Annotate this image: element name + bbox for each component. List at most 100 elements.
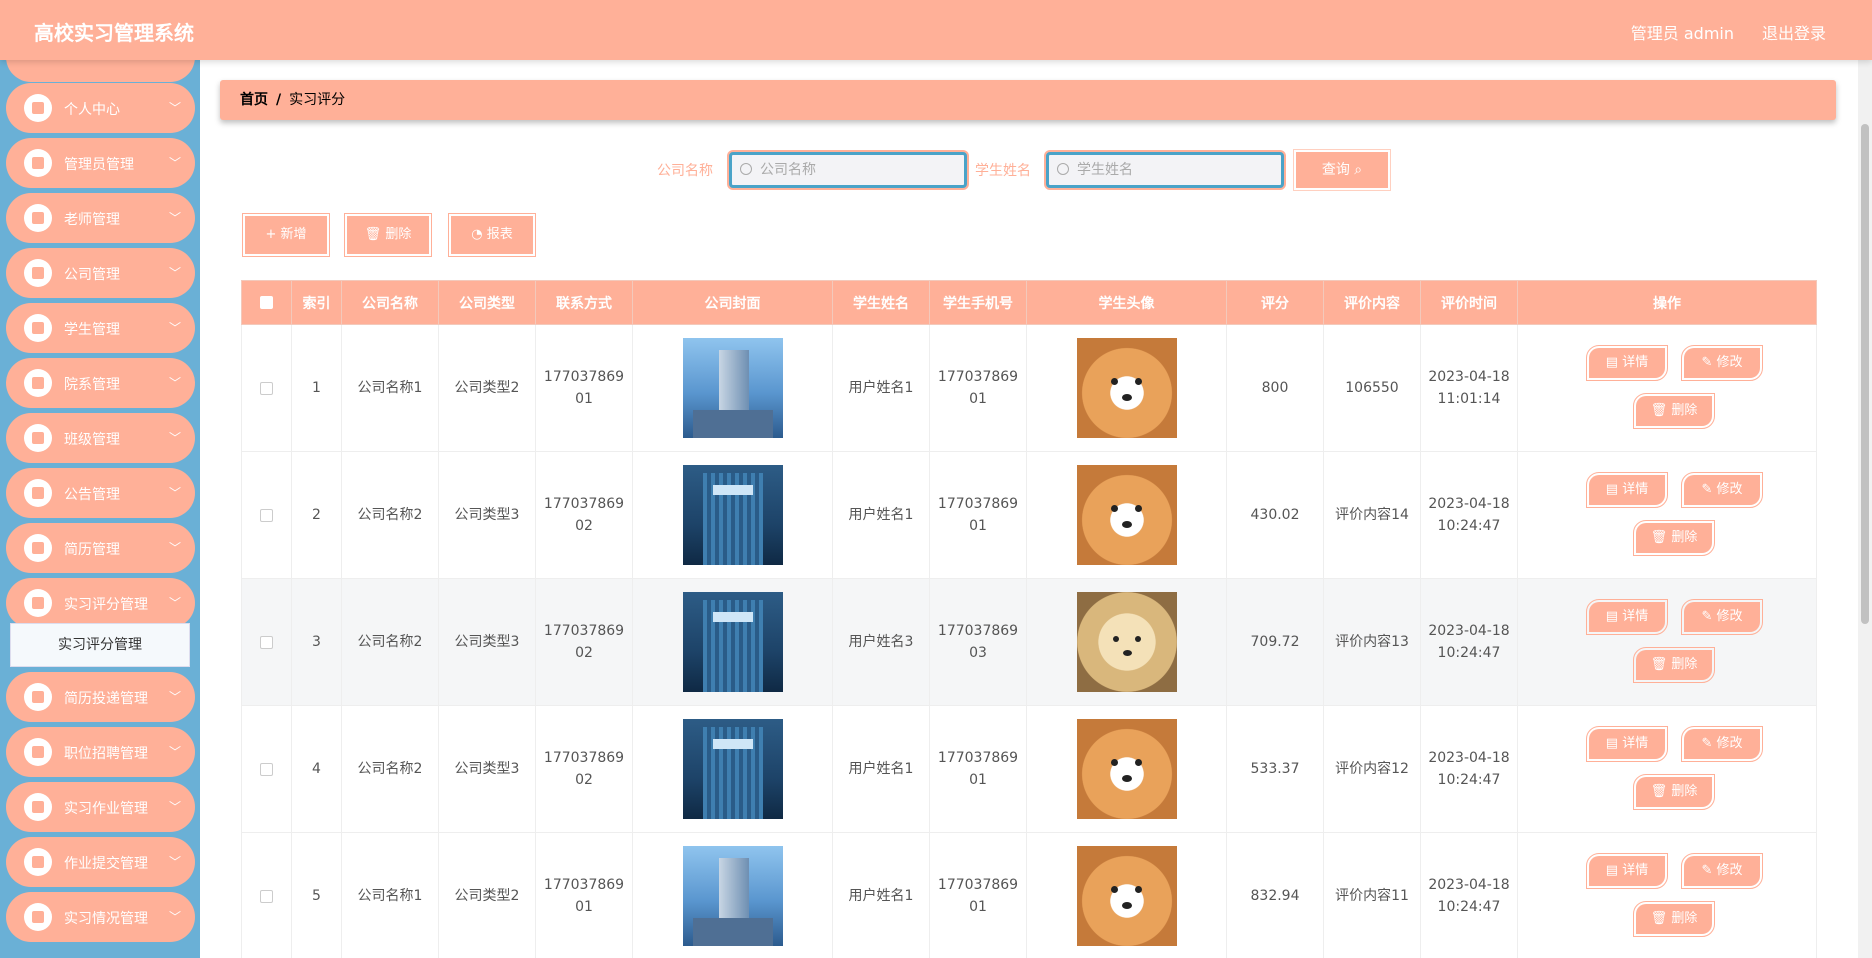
edit-label: 修改 bbox=[1716, 355, 1743, 370]
company-cover-image[interactable] bbox=[682, 465, 783, 565]
cell-company-name: 公司名称2 bbox=[341, 451, 439, 579]
edit-button[interactable]: ✎ 修改 bbox=[1681, 345, 1763, 381]
sidebar-item[interactable]: 公告管理 ﹀ bbox=[6, 468, 195, 518]
sidebar-item[interactable]: 作业提交管理 ﹀ bbox=[6, 837, 195, 887]
row-checkbox[interactable] bbox=[260, 508, 273, 522]
cell-contact: 17703786902 bbox=[535, 705, 633, 833]
report-button[interactable]: ◔ 报表 bbox=[448, 213, 536, 257]
menu-icon bbox=[24, 738, 52, 766]
edit-button[interactable]: ✎ 修改 bbox=[1681, 472, 1763, 508]
row-select-cell[interactable] bbox=[241, 578, 292, 706]
chevron-down-icon: ﹀ bbox=[168, 486, 181, 500]
row-checkbox[interactable] bbox=[260, 635, 273, 649]
submenu-item-active[interactable]: 实习评分管理 bbox=[10, 623, 190, 667]
student-avatar-image[interactable] bbox=[1076, 592, 1177, 692]
table-row[interactable]: 4 公司名称2 公司类型3 17703786902 用户姓名1 17703786901 53… bbox=[241, 705, 1817, 833]
delete-row-button[interactable]: 🗑 删除 bbox=[1633, 647, 1715, 683]
breadcrumb-home[interactable]: 首页 bbox=[240, 92, 268, 108]
menu-icon bbox=[24, 94, 52, 122]
delete-button[interactable]: 🗑 删除 bbox=[344, 213, 432, 257]
row-checkbox[interactable] bbox=[260, 889, 273, 903]
logout-link[interactable]: 退出登录 bbox=[1762, 20, 1826, 44]
cell-student-phone: 17703786901 bbox=[929, 832, 1027, 958]
sidebar-item[interactable]: 班级管理 ﹀ bbox=[6, 413, 195, 463]
student-name-input[interactable] bbox=[1077, 155, 1277, 185]
cell-operations: ▤ 详情 ✎ 修改 🗑 删除 bbox=[1517, 705, 1817, 833]
sidebar-item[interactable]: 个人中心 ﹀ bbox=[6, 83, 195, 133]
select-all-cell[interactable] bbox=[241, 280, 292, 325]
cell-student-avatar bbox=[1026, 705, 1227, 833]
chevron-down-icon: ﹀ bbox=[168, 431, 181, 445]
sidebar-item[interactable]: 职位招聘管理 ﹀ bbox=[6, 727, 195, 777]
student-name-label: 学生姓名 bbox=[975, 163, 1031, 179]
row-select-cell[interactable] bbox=[241, 832, 292, 958]
sidebar-item[interactable]: 老师管理 ﹀ bbox=[6, 193, 195, 243]
company-cover-image[interactable] bbox=[682, 846, 783, 946]
table-row[interactable]: 2 公司名称2 公司类型3 17703786902 用户姓名1 17703786901 43… bbox=[241, 451, 1817, 579]
company-cover-image[interactable] bbox=[682, 719, 783, 819]
row-select-cell[interactable] bbox=[241, 451, 292, 579]
detail-button[interactable]: ▤ 详情 bbox=[1586, 345, 1668, 381]
edit-button[interactable]: ✎ 修改 bbox=[1681, 853, 1763, 889]
sidebar-item[interactable]: 简历投递管理 ﹀ bbox=[6, 672, 195, 722]
sidebar-item[interactable]: 实习作业管理 ﹀ bbox=[6, 782, 195, 832]
edit-button[interactable]: ✎ 修改 bbox=[1681, 726, 1763, 762]
detail-button[interactable]: ▤ 详情 bbox=[1586, 726, 1668, 762]
breadcrumb-separator: / bbox=[276, 92, 282, 108]
student-avatar-image[interactable] bbox=[1076, 846, 1177, 946]
sidebar-item[interactable]: 公司管理 ﹀ bbox=[6, 248, 195, 298]
student-avatar-image[interactable] bbox=[1076, 338, 1177, 438]
delete-row-button[interactable]: 🗑 删除 bbox=[1633, 901, 1715, 937]
sidebar-item[interactable]: 院系管理 ﹀ bbox=[6, 358, 195, 408]
add-button[interactable]: + 新增 bbox=[242, 213, 330, 257]
row-select-cell[interactable] bbox=[241, 324, 292, 452]
detail-button[interactable]: ▤ 详情 bbox=[1586, 472, 1668, 508]
chevron-down-icon: ﹀ bbox=[168, 855, 181, 869]
company-cover-image[interactable] bbox=[682, 592, 783, 692]
table-row[interactable]: 1 公司名称1 公司类型2 17703786901 用户姓名1 17703786901 80… bbox=[241, 324, 1817, 452]
delete-row-button[interactable]: 🗑 删除 bbox=[1633, 774, 1715, 810]
cell-operations: ▤ 详情 ✎ 修改 🗑 删除 bbox=[1517, 832, 1817, 958]
select-all-checkbox[interactable] bbox=[260, 296, 273, 309]
detail-button[interactable]: ▤ 详情 bbox=[1586, 853, 1668, 889]
cell-company-type: 公司类型3 bbox=[438, 578, 536, 706]
company-name-input[interactable] bbox=[760, 155, 960, 185]
student-avatar-image[interactable] bbox=[1076, 465, 1177, 565]
sidebar-item[interactable]: 简历管理 ﹀ bbox=[6, 523, 195, 573]
table-row[interactable]: 3 公司名称2 公司类型3 17703786902 用户姓名3 17703786903 70… bbox=[241, 578, 1817, 706]
row-checkbox[interactable] bbox=[260, 381, 273, 395]
cell-student-avatar bbox=[1026, 578, 1227, 706]
row-checkbox[interactable] bbox=[260, 762, 273, 776]
trash-icon: 🗑 bbox=[1650, 403, 1668, 418]
menu-icon bbox=[24, 903, 52, 931]
menu-icon bbox=[24, 369, 52, 397]
delete-row-button[interactable]: 🗑 删除 bbox=[1633, 393, 1715, 429]
edit-button[interactable]: ✎ 修改 bbox=[1681, 599, 1763, 635]
menu-icon bbox=[24, 589, 52, 617]
sidebar-item[interactable]: 学生管理 ﹀ bbox=[6, 303, 195, 353]
scrollbar-thumb[interactable] bbox=[1861, 124, 1869, 624]
page-scrollbar[interactable] bbox=[1858, 60, 1872, 958]
sidebar-item[interactable]: 实习情况管理 ﹀ bbox=[6, 892, 195, 942]
student-name-field[interactable] bbox=[1046, 152, 1284, 188]
company-name-field[interactable] bbox=[729, 152, 967, 188]
student-avatar-image[interactable] bbox=[1076, 719, 1177, 819]
cell-index: 3 bbox=[291, 578, 342, 706]
chevron-down-icon: ﹀ bbox=[168, 156, 181, 170]
sidebar-item-label: 管理员管理 bbox=[64, 157, 134, 173]
sidebar-item-top[interactable] bbox=[6, 60, 195, 82]
cell-company-type: 公司类型2 bbox=[438, 324, 536, 452]
row-select-cell[interactable] bbox=[241, 705, 292, 833]
table-row[interactable]: 5 公司名称1 公司类型2 17703786901 用户姓名1 17703786901 83… bbox=[241, 832, 1817, 958]
delete-row-button[interactable]: 🗑 删除 bbox=[1633, 520, 1715, 556]
detail-button[interactable]: ▤ 详情 bbox=[1586, 599, 1668, 635]
sidebar-item-label: 实习情况管理 bbox=[64, 911, 148, 927]
sidebar-item[interactable]: 管理员管理 ﹀ bbox=[6, 138, 195, 188]
company-cover-image[interactable] bbox=[682, 338, 783, 438]
cell-company-cover bbox=[632, 451, 833, 579]
sidebar-item[interactable]: 实习评分管理 ﹀ bbox=[6, 578, 195, 628]
chevron-down-icon: ﹀ bbox=[168, 266, 181, 280]
menu-icon bbox=[24, 848, 52, 876]
cell-index: 1 bbox=[291, 324, 342, 452]
query-button[interactable]: 查询 ⌕ bbox=[1293, 149, 1391, 191]
